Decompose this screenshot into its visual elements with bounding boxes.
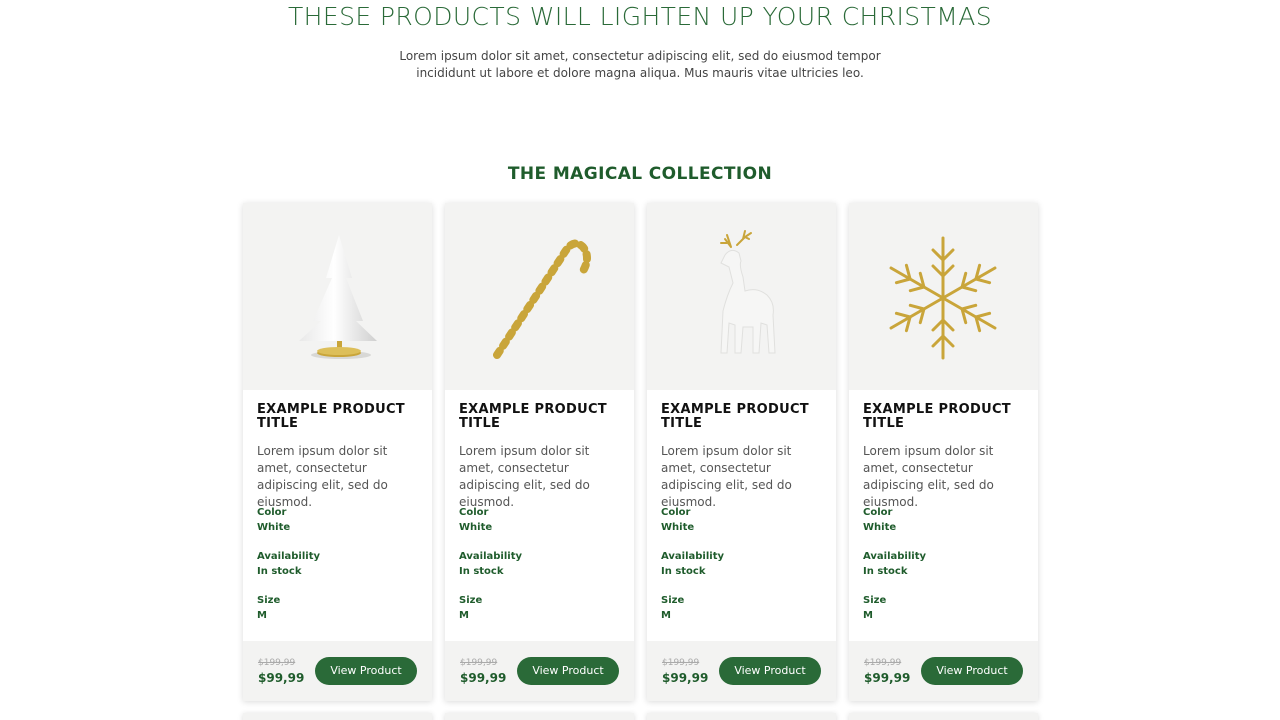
- product-image[interactable]: [647, 203, 836, 390]
- snowflake-ornament-icon: [884, 236, 1002, 360]
- availability-value: In stock: [863, 566, 908, 577]
- price: $99,99: [662, 671, 709, 685]
- size-label: Size: [661, 595, 685, 606]
- size-attribute: Size M: [661, 593, 822, 623]
- product-description: Lorem ipsum dolor sit amet, consectetur …: [257, 444, 388, 509]
- candy-cane-ornament-icon: [493, 239, 591, 359]
- product-description: Lorem ipsum dolor sit amet, consectetur …: [459, 444, 590, 509]
- product-image[interactable]: [243, 203, 432, 390]
- product-card: EXAMPLE PRODUCT TITLE Lorem ipsum dolor …: [243, 203, 432, 701]
- view-product-button[interactable]: View Product: [921, 657, 1023, 685]
- product-title: EXAMPLE PRODUCT TITLE: [661, 402, 809, 431]
- availability-value: In stock: [459, 566, 504, 577]
- color-attribute: Color White: [661, 505, 822, 535]
- availability-label: Availability: [661, 551, 724, 562]
- old-price: $199,99: [662, 658, 700, 668]
- christmas-tree-ornament-icon: [299, 235, 377, 359]
- price: $99,99: [258, 671, 305, 685]
- color-value: White: [257, 522, 291, 533]
- size-attribute: Size M: [459, 593, 620, 623]
- size-attribute: Size M: [863, 593, 1024, 623]
- card-footer: $199,99 $99,99 View Product: [647, 641, 836, 701]
- product-title: EXAMPLE PRODUCT TITLE: [863, 402, 1011, 431]
- color-attribute: Color White: [863, 505, 1024, 535]
- availability-attribute: Availability In stock: [257, 549, 418, 579]
- availability-attribute: Availability In stock: [459, 549, 620, 579]
- view-product-button[interactable]: View Product: [719, 657, 821, 685]
- product-card: EXAMPLE PRODUCT TITLE Lorem ipsum dolor …: [445, 203, 634, 701]
- product-card: EXAMPLE PRODUCT TITLE Lorem ipsum dolor …: [849, 203, 1038, 701]
- hero-text: Lorem ipsum dolor sit amet, consectetur …: [399, 49, 881, 80]
- price: $99,99: [864, 671, 911, 685]
- product-card-next-row: [243, 713, 432, 720]
- collection-title: THE MAGICAL COLLECTION: [507, 164, 773, 184]
- product-title: EXAMPLE PRODUCT TITLE: [459, 402, 607, 431]
- product-card: EXAMPLE PRODUCT TITLE Lorem ipsum dolor …: [647, 203, 836, 701]
- card-footer: $199,99 $99,99 View Product: [849, 641, 1038, 701]
- availability-label: Availability: [257, 551, 320, 562]
- color-value: White: [459, 522, 493, 533]
- size-label: Size: [459, 595, 483, 606]
- size-value: M: [459, 610, 469, 621]
- availability-label: Availability: [863, 551, 926, 562]
- availability-value: In stock: [257, 566, 302, 577]
- card-footer: $199,99 $99,99 View Product: [243, 641, 432, 701]
- product-card-next-row: [647, 713, 836, 720]
- old-price: $199,99: [258, 658, 296, 668]
- product-description: Lorem ipsum dolor sit amet, consectetur …: [863, 444, 994, 509]
- product-card-next-row: [445, 713, 634, 720]
- reindeer-ornament-icon: [720, 230, 776, 354]
- product-title: EXAMPLE PRODUCT TITLE: [257, 402, 405, 431]
- color-label: Color: [863, 507, 893, 518]
- old-price: $199,99: [460, 658, 498, 668]
- size-value: M: [661, 610, 671, 621]
- card-footer: $199,99 $99,99 View Product: [445, 641, 634, 701]
- size-label: Size: [257, 595, 281, 606]
- color-label: Color: [661, 507, 691, 518]
- size-value: M: [863, 610, 873, 621]
- product-card-next-row: [849, 713, 1038, 720]
- view-product-button[interactable]: View Product: [517, 657, 619, 685]
- color-value: White: [661, 522, 695, 533]
- color-label: Color: [459, 507, 489, 518]
- availability-label: Availability: [459, 551, 522, 562]
- color-attribute: Color White: [257, 505, 418, 535]
- price: $99,99: [460, 671, 507, 685]
- product-image[interactable]: [445, 203, 634, 390]
- availability-attribute: Availability In stock: [661, 549, 822, 579]
- hero-title: THESE PRODUCTS WILL LIGHTEN UP YOUR CHRI…: [288, 2, 992, 31]
- old-price: $199,99: [864, 658, 902, 668]
- color-attribute: Color White: [459, 505, 620, 535]
- product-description: Lorem ipsum dolor sit amet, consectetur …: [661, 444, 792, 509]
- size-value: M: [257, 610, 267, 621]
- color-value: White: [863, 522, 897, 533]
- view-product-button[interactable]: View Product: [315, 657, 417, 685]
- size-attribute: Size M: [257, 593, 418, 623]
- availability-attribute: Availability In stock: [863, 549, 1024, 579]
- product-image[interactable]: [849, 203, 1038, 390]
- color-label: Color: [257, 507, 287, 518]
- size-label: Size: [863, 595, 887, 606]
- availability-value: In stock: [661, 566, 706, 577]
